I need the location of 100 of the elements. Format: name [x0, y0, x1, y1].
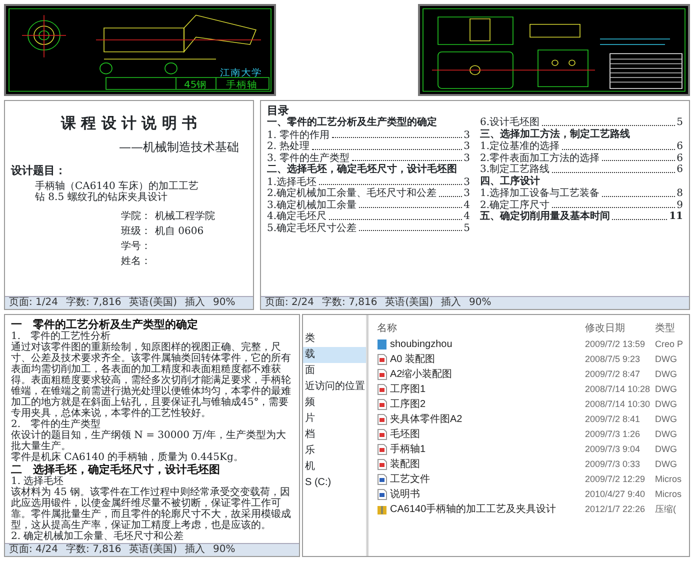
status-text: 90%	[469, 297, 492, 309]
page-number: 5	[676, 117, 683, 129]
toc-heading: 五、确定切削用量及基本时间	[480, 211, 610, 223]
field-value: 机械工程学院	[155, 210, 215, 222]
body-paragraph: 依设计的题目知，生产纲领 N = 30000 万/年，生产类型为大批大量生产。	[11, 430, 288, 452]
file-name[interactable]: 夹具体零件图A2	[390, 412, 462, 427]
file-type: Creo P	[655, 338, 684, 351]
file-name[interactable]: 装配图	[390, 457, 420, 472]
toc-heading: 二、选择毛坯，确定毛坯尺寸，设计毛坯图	[267, 164, 458, 176]
file-type: DWG	[655, 412, 678, 426]
column-header[interactable]: 类型	[655, 320, 689, 336]
status-text: 字数: 7,816	[66, 544, 122, 556]
drawing-file-icon	[377, 354, 387, 365]
status-text: 字数: 7,816	[66, 297, 122, 309]
page-number: 4	[464, 200, 470, 212]
file-name[interactable]: CA6140手柄轴的加工工艺及夹具设计	[390, 502, 556, 517]
body-paragraph: 通过对该零件图的重新绘制，知原图样的视图正确、完整，尺寸、公差及技术要求齐全。该零件属轴类回转体零件，它的所有表面均需切削加工，各表面的加工精度和表面粗糙度都不难获得。表面粗糙度要求较高，需经多次切削才能满足要求，手柄轮锥端，在锥端之前需进行抛光处理以便锥体均匀，本零件的最难加工的地方就是在斜面上钻孔，且要保证孔与锥轴成45°，需要专用夹具，总体来说，本零件的工艺性较好。	[11, 342, 292, 420]
archive-icon	[377, 504, 387, 515]
toc-entry: 1.选择毛坯	[267, 176, 317, 188]
column-header[interactable]: 名称	[377, 320, 585, 336]
nav-item[interactable]: 频	[303, 395, 366, 411]
nav-item[interactable]: 机	[303, 459, 366, 475]
toc-entry: 1.定位基准的选择	[480, 141, 560, 152]
topic-text: 手柄轴（CA6140 车床）的加工工艺	[35, 180, 200, 192]
status-text: 插入	[185, 297, 206, 309]
file-name[interactable]: 工序图1	[390, 382, 426, 397]
toc-entry: 1. 零件的作用	[267, 130, 330, 141]
school-label: 江南大学	[220, 68, 262, 79]
status-text: 字数: 7,816	[322, 297, 378, 309]
subsection-heading: 2. 确定机械加工余量、毛坯尺寸和公差	[11, 531, 185, 542]
subsection-heading: 2. 零件的生产类型	[11, 419, 102, 430]
status-text: 插入	[185, 544, 206, 556]
drawing-file-icon	[377, 414, 387, 425]
status-text: 插入	[441, 297, 462, 309]
nav-item[interactable]: 类	[303, 331, 366, 347]
toc-entry: 2.确定工序尺寸	[480, 200, 550, 211]
file-name[interactable]: A2缩小装配图	[390, 367, 452, 382]
field-label: 学院：	[121, 210, 151, 222]
contents-title: 目录	[267, 104, 289, 117]
document-subtitle: ——机械制造技术基础	[118, 138, 239, 156]
topic-label: 设计题目：	[11, 164, 67, 177]
status-text: 90%	[213, 544, 236, 556]
toc-heading: 三、选择加工方法，制定工艺路线	[480, 128, 631, 140]
file-name[interactable]: 工艺文件	[390, 472, 430, 487]
status-text: 90%	[213, 297, 236, 309]
file-type: DWG	[655, 458, 678, 471]
nav-item[interactable]: 近访问的位置	[303, 379, 366, 395]
body-paragraph: 该材料为 45 钢。该零件在工作过程中则经常承受交变载荷，因此应选用锻件，以使金属纤维尽量不被切断，保证零件工作可靠。零件属批量生产，而且零件的轮廓尺寸不大，故采用模锻成型，这从提高生产率，保证加工精度上考虑，也是应该的。	[11, 487, 292, 532]
nav-item[interactable]: S (C:)	[303, 475, 366, 491]
file-type: DWG	[655, 428, 678, 441]
subsection-heading: 1. 零件的工艺性分析	[11, 331, 111, 342]
status-text: 英语(美国)	[385, 297, 434, 309]
file-name[interactable]: 手柄轴1	[390, 442, 426, 457]
toc-entry: 4.确定毛坯尺	[267, 211, 327, 222]
file-date: 2008/7/14 10:30	[585, 398, 652, 411]
page-number: 3	[464, 152, 470, 164]
drawing-file-icon	[377, 399, 387, 410]
page-number: 9	[676, 200, 683, 212]
toc-entry: 1.选择加工设备与工艺装备	[480, 188, 600, 200]
nav-item[interactable]: 载	[303, 347, 366, 363]
toc-entry: 5.确定毛坯尺寸公差	[267, 222, 357, 234]
toc-entry: 2.零件表面加工方法的选择	[480, 152, 600, 164]
file-type: Micros	[655, 472, 682, 486]
page-number: 3	[464, 176, 470, 188]
column-header[interactable]: 修改日期	[585, 320, 655, 336]
document-icon	[377, 489, 387, 500]
file-name[interactable]: 工序图2	[390, 397, 426, 412]
page-number: 11	[669, 211, 683, 223]
page-number: 3	[464, 130, 470, 142]
page-number: 6	[676, 141, 683, 153]
nav-item[interactable]: 片	[303, 411, 366, 427]
document-icon	[377, 474, 387, 485]
file-name[interactable]: 毛坯图	[390, 427, 420, 442]
drawing-file-icon	[377, 429, 387, 440]
status-text: 页面: 4/24	[9, 544, 58, 556]
field-label: 学号：	[121, 240, 151, 252]
part-name-label: 手柄轴	[226, 80, 258, 90]
topic-text: 钻 8.5 螺纹孔的钻床夹具设计	[35, 192, 168, 203]
toc-entry: 2. 热处理	[267, 141, 310, 152]
toc-heading: 一、零件的工艺分析及生产类型的确定	[267, 117, 438, 130]
file-name[interactable]: A0 装配图	[390, 352, 436, 367]
page-number: 3	[464, 188, 470, 200]
field-value: 机自 0606	[155, 226, 204, 237]
section-heading: 一 零件的工艺分析及生产类型的确定	[11, 318, 199, 331]
file-name[interactable]: shoubingzhou	[390, 337, 452, 352]
file-date: 2009/7/3 0:33	[585, 458, 642, 471]
model-file-icon	[377, 339, 387, 350]
file-date: 2009/7/3 9:04	[585, 442, 642, 456]
toc-entry: 3.确定机械加工余量	[267, 200, 357, 211]
status-text: 英语(美国)	[129, 297, 178, 309]
nav-item[interactable]: 档	[303, 427, 366, 443]
status-text: 页面: 2/24	[265, 297, 314, 309]
file-type: DWG	[655, 368, 678, 381]
toc-heading: 四、工序设计	[480, 176, 541, 188]
page-number: 8	[676, 188, 683, 200]
file-name[interactable]: 说明书	[390, 487, 420, 502]
section-heading: 二 选择毛坯，确定毛坯尺寸，设计毛坯图	[11, 463, 221, 476]
file-type: 压缩(	[655, 502, 677, 516]
nav-item[interactable]: 乐	[303, 443, 366, 459]
nav-item[interactable]: 面	[303, 363, 366, 379]
